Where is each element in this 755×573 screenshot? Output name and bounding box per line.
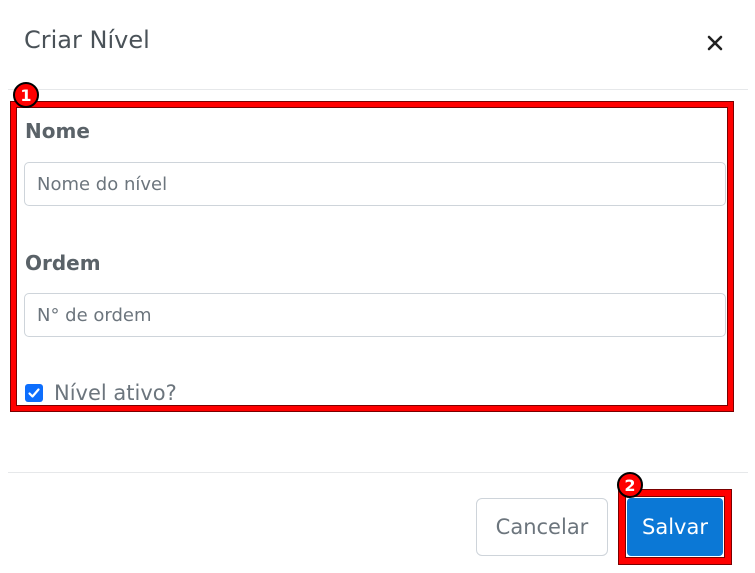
modal-title: Criar Nível (24, 26, 150, 54)
order-label: Ordem (25, 251, 101, 275)
close-button[interactable] (700, 28, 730, 58)
step-badge-2: 2 (617, 472, 643, 498)
active-checkbox[interactable] (25, 384, 43, 402)
save-button[interactable]: Salvar (627, 498, 723, 556)
header-divider (8, 89, 748, 90)
order-input[interactable] (24, 293, 726, 337)
cancel-button[interactable]: Cancelar (476, 498, 608, 556)
checkmark-icon (28, 388, 40, 398)
footer-divider (8, 472, 748, 473)
active-checkbox-label: Nível ativo? (54, 381, 177, 405)
name-label: Nome (25, 119, 90, 143)
form-highlight-box (11, 102, 733, 411)
create-level-modal: Criar Nível Nome Ordem Nível ativo? Canc… (0, 0, 755, 573)
step-badge-1: 1 (13, 82, 39, 108)
active-checkbox-row[interactable]: Nível ativo? (25, 381, 177, 405)
name-input[interactable] (24, 162, 726, 206)
close-icon (707, 35, 723, 51)
